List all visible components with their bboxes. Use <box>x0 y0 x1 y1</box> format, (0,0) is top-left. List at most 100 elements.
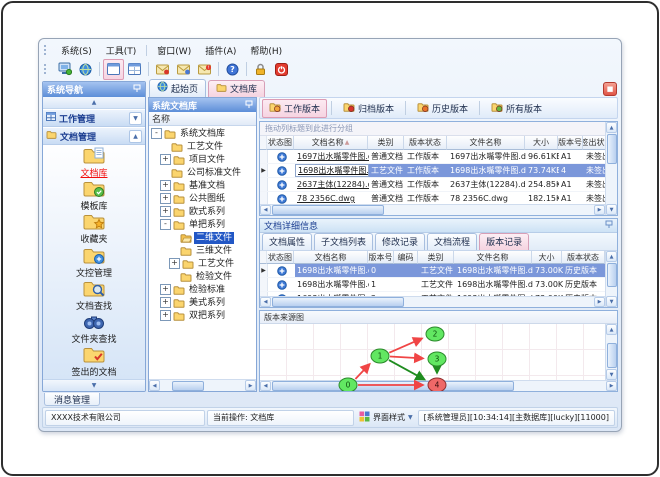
sidebar-item-0[interactable]: 文档库 <box>80 146 108 179</box>
graph-node[interactable]: 3 <box>427 351 447 367</box>
version-button-2[interactable]: 历史版本 <box>410 99 475 118</box>
column-header[interactable]: 签出状态 <box>583 136 605 150</box>
tree-node[interactable]: 检验文件 <box>149 270 256 283</box>
tree-node[interactable]: - 单把系列 <box>149 218 256 231</box>
column-header[interactable]: 类别 <box>368 136 404 150</box>
sidebar-item-1[interactable]: 模板库 <box>80 179 108 212</box>
column-header[interactable]: 状态图 <box>267 136 294 150</box>
tree-node[interactable]: + 项目文件 <box>149 153 256 166</box>
tree-node[interactable]: 工艺文件 <box>149 140 256 153</box>
scroll-up-icon[interactable]: ▲ <box>606 122 617 133</box>
lock-icon[interactable] <box>250 59 271 80</box>
column-header[interactable]: 类别 <box>418 251 454 264</box>
tab-start-page[interactable]: 起始页 <box>149 79 207 97</box>
detail-tab-0[interactable]: 文档属性 <box>262 233 313 250</box>
document-grid-hscrollbar[interactable]: ◀ ▶ <box>260 204 605 215</box>
column-header[interactable]: 文件名称 <box>454 251 532 264</box>
scroll-down-icon[interactable]: ▼ <box>606 204 617 215</box>
display-icon[interactable] <box>54 59 75 80</box>
graph-node[interactable]: 0 <box>338 377 358 392</box>
scrollbar-thumb[interactable] <box>606 343 617 368</box>
sidebar-group-docs[interactable]: 文档管理 ▲ <box>43 127 145 145</box>
version-button-3[interactable]: 所有版本 <box>484 99 549 118</box>
scroll-down-icon[interactable]: ▼ <box>606 369 617 380</box>
help-icon[interactable]: ? <box>222 59 243 80</box>
chevron-up-icon[interactable]: ▲ <box>92 99 97 106</box>
column-header[interactable]: 编码 <box>394 251 418 264</box>
column-header[interactable]: 大小 <box>525 136 558 150</box>
graph-node[interactable]: 4 <box>427 377 447 392</box>
scroll-left-icon[interactable]: ◀ <box>260 297 271 307</box>
column-header[interactable]: 文档名称 ▲ <box>294 136 368 150</box>
tree-node[interactable]: + 检验标准 <box>149 283 256 296</box>
window-table-icon[interactable] <box>124 59 145 80</box>
column-header[interactable]: 文件名称 <box>447 136 525 150</box>
sidebar-group-work[interactable]: 工作管理 ▼ <box>43 109 145 127</box>
power-icon[interactable] <box>271 59 292 80</box>
version-grid-vscrollbar[interactable]: ▲ ▼ <box>605 251 617 307</box>
tree-node[interactable]: 公司标准文件 <box>149 166 256 179</box>
sidebar-item-5[interactable]: 文件夹查找 <box>71 312 117 345</box>
mail-alert-icon[interactable]: ! <box>194 59 215 80</box>
scrollbar-thumb[interactable] <box>272 297 404 307</box>
tree-node[interactable]: + 美式系列 <box>149 296 256 309</box>
expand-icon[interactable]: + <box>160 284 171 295</box>
ui-style-selector[interactable]: 界面样式 ▼ <box>356 411 416 424</box>
pin-icon[interactable] <box>605 220 613 231</box>
detail-tab-1[interactable]: 子文档列表 <box>314 233 374 250</box>
sidebar-item-2[interactable]: 收藏夹 <box>80 212 108 245</box>
scroll-left-icon[interactable]: ◀ <box>149 380 160 391</box>
column-header[interactable]: 状态图 <box>267 251 294 264</box>
expand-icon[interactable]: + <box>160 193 171 204</box>
mail-receive-icon[interactable] <box>173 59 194 80</box>
scrollbar-thumb[interactable] <box>272 205 384 215</box>
scroll-right-icon[interactable]: ▶ <box>594 297 605 307</box>
sidebar-item-3[interactable]: 文控管理 <box>76 246 112 279</box>
scroll-right-icon[interactable]: ▶ <box>245 380 256 391</box>
version-button-1[interactable]: 归档版本 <box>336 99 401 118</box>
sidebar-item-4[interactable]: 文档查找 <box>76 279 112 312</box>
menu-grip-handle[interactable] <box>44 45 49 55</box>
column-header[interactable]: 版本号 <box>558 136 583 150</box>
column-header[interactable]: 版本号 <box>368 251 394 264</box>
detail-tab-3[interactable]: 文档流程 <box>427 233 478 250</box>
collapse-icon[interactable]: - <box>151 128 162 139</box>
tab-message-management[interactable]: 消息管理 <box>44 393 101 406</box>
toolbar-grip-handle[interactable] <box>44 64 49 74</box>
chevron-down-icon[interactable]: ▼ <box>92 382 97 389</box>
scroll-right-icon[interactable]: ▶ <box>594 205 605 215</box>
pin-icon[interactable] <box>133 84 141 95</box>
scrollbar-thumb[interactable] <box>172 380 204 391</box>
close-icon[interactable]: ■ <box>603 82 617 96</box>
expand-icon[interactable]: + <box>160 206 171 217</box>
chevron-up-icon[interactable]: ▲ <box>129 129 142 143</box>
expand-icon[interactable]: + <box>169 258 180 269</box>
column-header[interactable]: 版本状态 <box>404 136 447 150</box>
tree-hscrollbar[interactable]: ◀ ▶ <box>149 379 256 391</box>
menu-item-3[interactable]: 插件(A) <box>198 43 243 58</box>
tree-node[interactable]: + 公共图纸 <box>149 192 256 205</box>
menu-item-0[interactable]: 系统(S) <box>54 43 99 58</box>
detail-tab-2[interactable]: 修改记录 <box>375 233 426 250</box>
mail-send-icon[interactable] <box>152 59 173 80</box>
scroll-down-icon[interactable]: ▼ <box>606 296 617 307</box>
expand-icon[interactable]: + <box>160 180 171 191</box>
tree-node[interactable]: + 基准文档 <box>149 179 256 192</box>
scroll-up-icon[interactable]: ▲ <box>606 324 617 335</box>
scroll-up-icon[interactable]: ▲ <box>606 251 617 262</box>
tree-node[interactable]: - 系统文档库 <box>149 127 256 140</box>
version-button-0[interactable]: 工作版本 <box>262 98 328 118</box>
document-grid-vscrollbar[interactable]: ▲ ▼ <box>605 122 617 215</box>
table-row[interactable]: 1698出水嘴零件图.dwg1工艺文件1698出水嘴零件图.dwg73.00KB… <box>260 278 605 292</box>
sidebar-item-6[interactable]: 签出的文档 <box>71 345 117 378</box>
scroll-left-icon[interactable]: ◀ <box>260 205 271 215</box>
expand-icon[interactable]: + <box>160 154 171 165</box>
expand-icon[interactable]: + <box>160 297 171 308</box>
tree-node[interactable]: + 双把系列 <box>149 309 256 322</box>
graph-vscrollbar[interactable]: ▲ ▼ <box>605 324 617 380</box>
pin-icon[interactable] <box>245 100 253 111</box>
graph-node[interactable]: 1 <box>370 348 390 364</box>
window-icon[interactable] <box>103 58 124 80</box>
graph-node[interactable]: 2 <box>425 326 445 342</box>
table-row[interactable]: 78 2356C.dwg 普通文档工作版本 78 2356C.dwg 182.15KB… <box>260 192 605 204</box>
